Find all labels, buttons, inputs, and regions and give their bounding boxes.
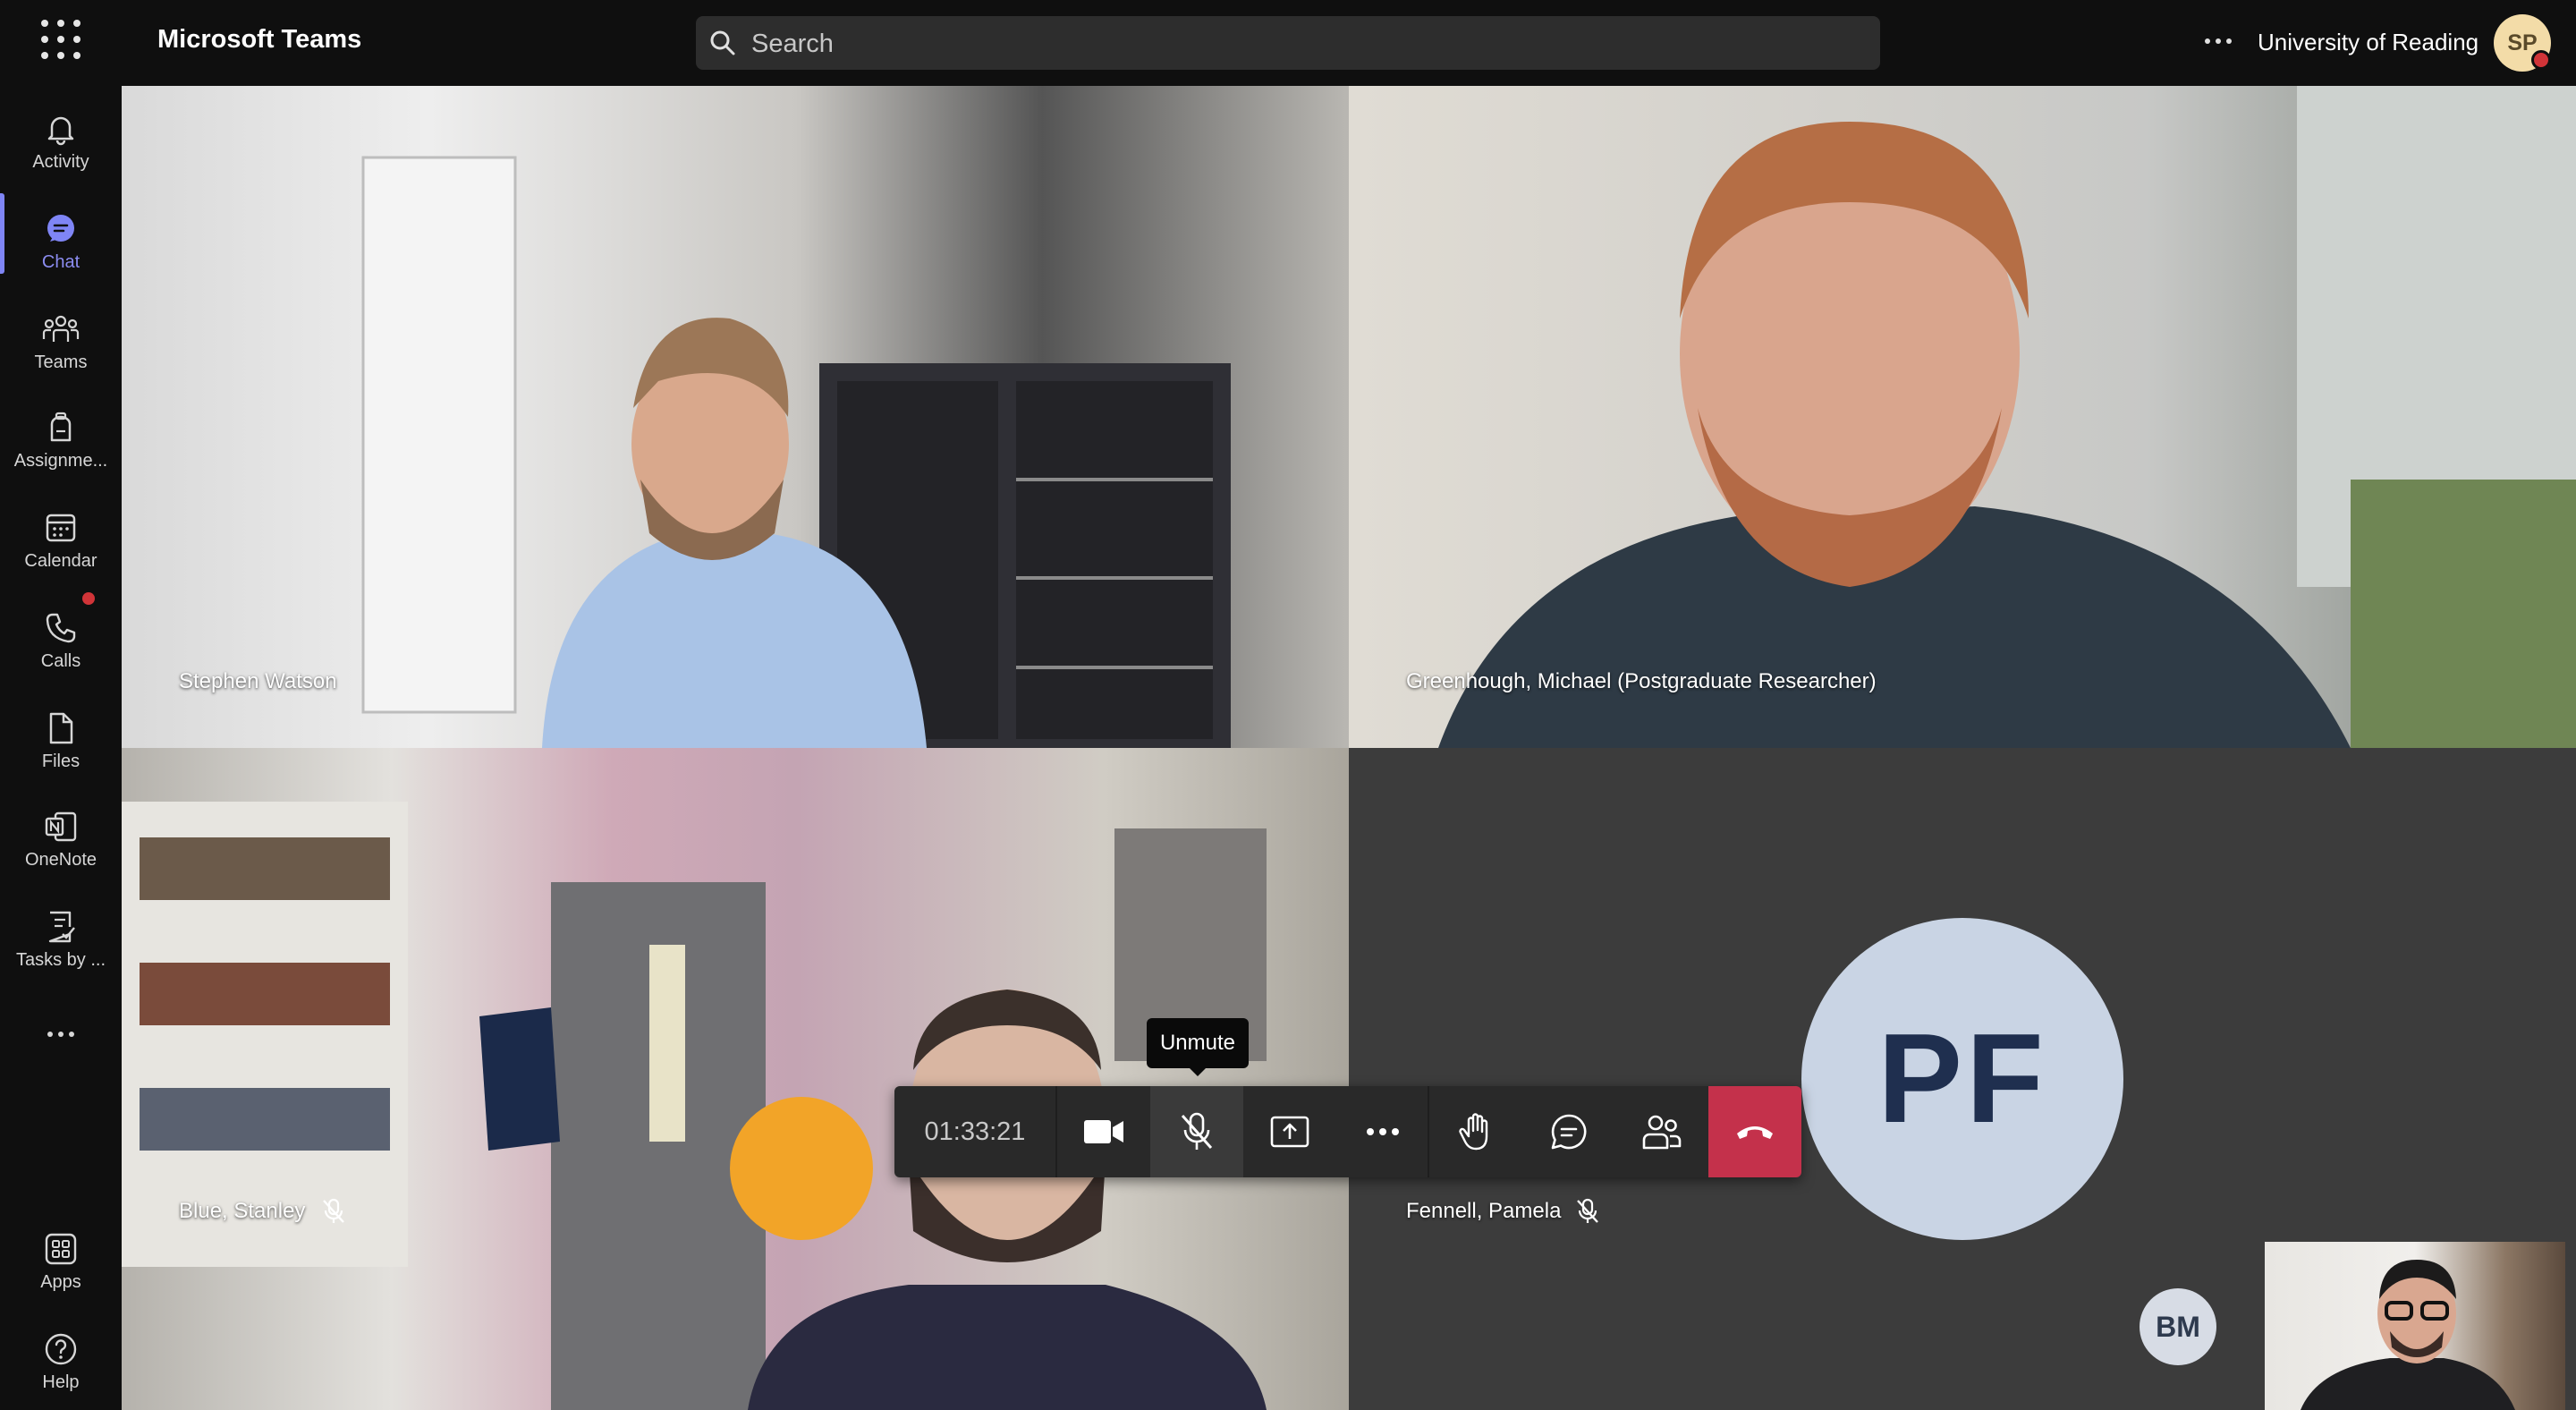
rail-label: Tasks by ...: [15, 950, 106, 970]
share-screen-button[interactable]: [1243, 1086, 1336, 1177]
apps-icon: [45, 1233, 77, 1265]
assignments-icon: [50, 412, 72, 442]
people-icon: [1642, 1115, 1682, 1150]
video-tile-stephen-watson[interactable]: Stephen Watson: [122, 86, 1349, 748]
call-timer: 01:33:21: [894, 1086, 1057, 1177]
rail-item-tasks[interactable]: Tasks by ...: [0, 895, 122, 984]
self-video-preview[interactable]: [2265, 1242, 2565, 1410]
rail-item-files[interactable]: Files: [0, 696, 122, 786]
rail-item-activity[interactable]: Activity: [0, 97, 122, 186]
unmute-tooltip: Unmute: [1147, 1018, 1249, 1076]
app-rail: Activity Chat Teams Assignme... Calendar…: [0, 86, 122, 1410]
participant-video: [122, 802, 1267, 1410]
participant-avatar-bm[interactable]: BM: [2140, 1288, 2216, 1365]
rail-item-apps[interactable]: Apps: [0, 1217, 122, 1306]
search-box[interactable]: [696, 16, 1880, 70]
raise-hand-button[interactable]: [1429, 1086, 1522, 1177]
video-camera-icon: [1084, 1120, 1123, 1143]
participant-video: [1438, 86, 2576, 748]
bell-icon: [47, 116, 74, 146]
more-actions-button[interactable]: [1336, 1086, 1429, 1177]
video-tile-stanley-blue[interactable]: Blue, Stanley: [122, 748, 1349, 1410]
participants-button[interactable]: [1615, 1086, 1708, 1177]
app-title: Microsoft Teams: [157, 25, 362, 54]
share-tray-icon: [1270, 1116, 1309, 1148]
rail-item-teams[interactable]: Teams: [0, 297, 122, 386]
self-video: [2301, 1260, 2515, 1410]
rail-label: Help: [42, 1372, 80, 1392]
muted-mic-icon: [323, 1198, 344, 1223]
organization-name[interactable]: University of Reading: [2258, 29, 2479, 56]
participant-name: Blue, Stanley: [179, 1199, 306, 1223]
muted-mic-icon: [1577, 1198, 1598, 1223]
mic-button[interactable]: [1150, 1086, 1243, 1177]
top-bar: Microsoft Teams University of Reading SP: [0, 0, 2576, 86]
participant-avatar-pf: PF: [1801, 918, 2123, 1240]
rail-item-assignments[interactable]: Assignme...: [0, 395, 122, 485]
video-tile-michael-greenhough[interactable]: Greenhough, Michael (Postgraduate Resear…: [1349, 86, 2576, 748]
rail-label: Activity: [32, 152, 89, 172]
mic-off-icon: [1181, 1112, 1213, 1150]
chat-icon: [47, 215, 74, 242]
help-icon: [45, 1333, 77, 1365]
hang-up-icon: [1737, 1126, 1773, 1139]
rail-label: Apps: [40, 1272, 81, 1292]
rail-label: Teams: [34, 352, 88, 372]
teams-icon: [42, 315, 80, 342]
participant-name: Greenhough, Michael (Postgraduate Resear…: [1406, 669, 1877, 693]
rail-label: Files: [41, 752, 80, 771]
rail-label: OneNote: [24, 850, 97, 870]
presence-busy-icon: [2531, 50, 2551, 70]
rail-label: Assignme...: [13, 451, 108, 471]
search-icon: [710, 30, 735, 55]
participant-video: [361, 156, 1231, 748]
rail-label: Calls: [40, 651, 81, 671]
calendar-icon: [46, 514, 76, 542]
rail-label: Calendar: [24, 551, 97, 571]
rail-item-help[interactable]: Help: [0, 1317, 122, 1406]
onenote-icon: [45, 811, 77, 842]
participant-name: Fennell, Pamela: [1406, 1199, 1562, 1223]
hang-up-button[interactable]: [1708, 1086, 1801, 1177]
hand-icon: [1459, 1113, 1488, 1151]
chat-bubble-icon: [1551, 1114, 1587, 1150]
rail-item-chat[interactable]: Chat: [0, 197, 122, 286]
notification-dot: [82, 592, 95, 605]
ellipsis-icon: [1367, 1128, 1399, 1135]
rail-item-calendar[interactable]: Calendar: [0, 496, 122, 585]
participant-name: Stephen Watson: [179, 669, 337, 693]
file-icon: [49, 712, 73, 744]
rail-item-calls[interactable]: Calls: [0, 596, 122, 685]
rail-item-onenote[interactable]: OneNote: [0, 794, 122, 884]
tasks-icon: [48, 911, 75, 943]
search-input[interactable]: [750, 25, 1862, 63]
app-launcher-icon[interactable]: [41, 20, 80, 59]
rail-label: Chat: [41, 252, 80, 272]
more-options-icon[interactable]: [2197, 20, 2240, 63]
meeting-chat-button[interactable]: [1522, 1086, 1615, 1177]
camera-button[interactable]: [1057, 1086, 1150, 1177]
call-control-bar: 01:33:21: [894, 1086, 1801, 1177]
phone-icon: [46, 613, 76, 643]
more-apps-icon[interactable]: [41, 1025, 80, 1043]
